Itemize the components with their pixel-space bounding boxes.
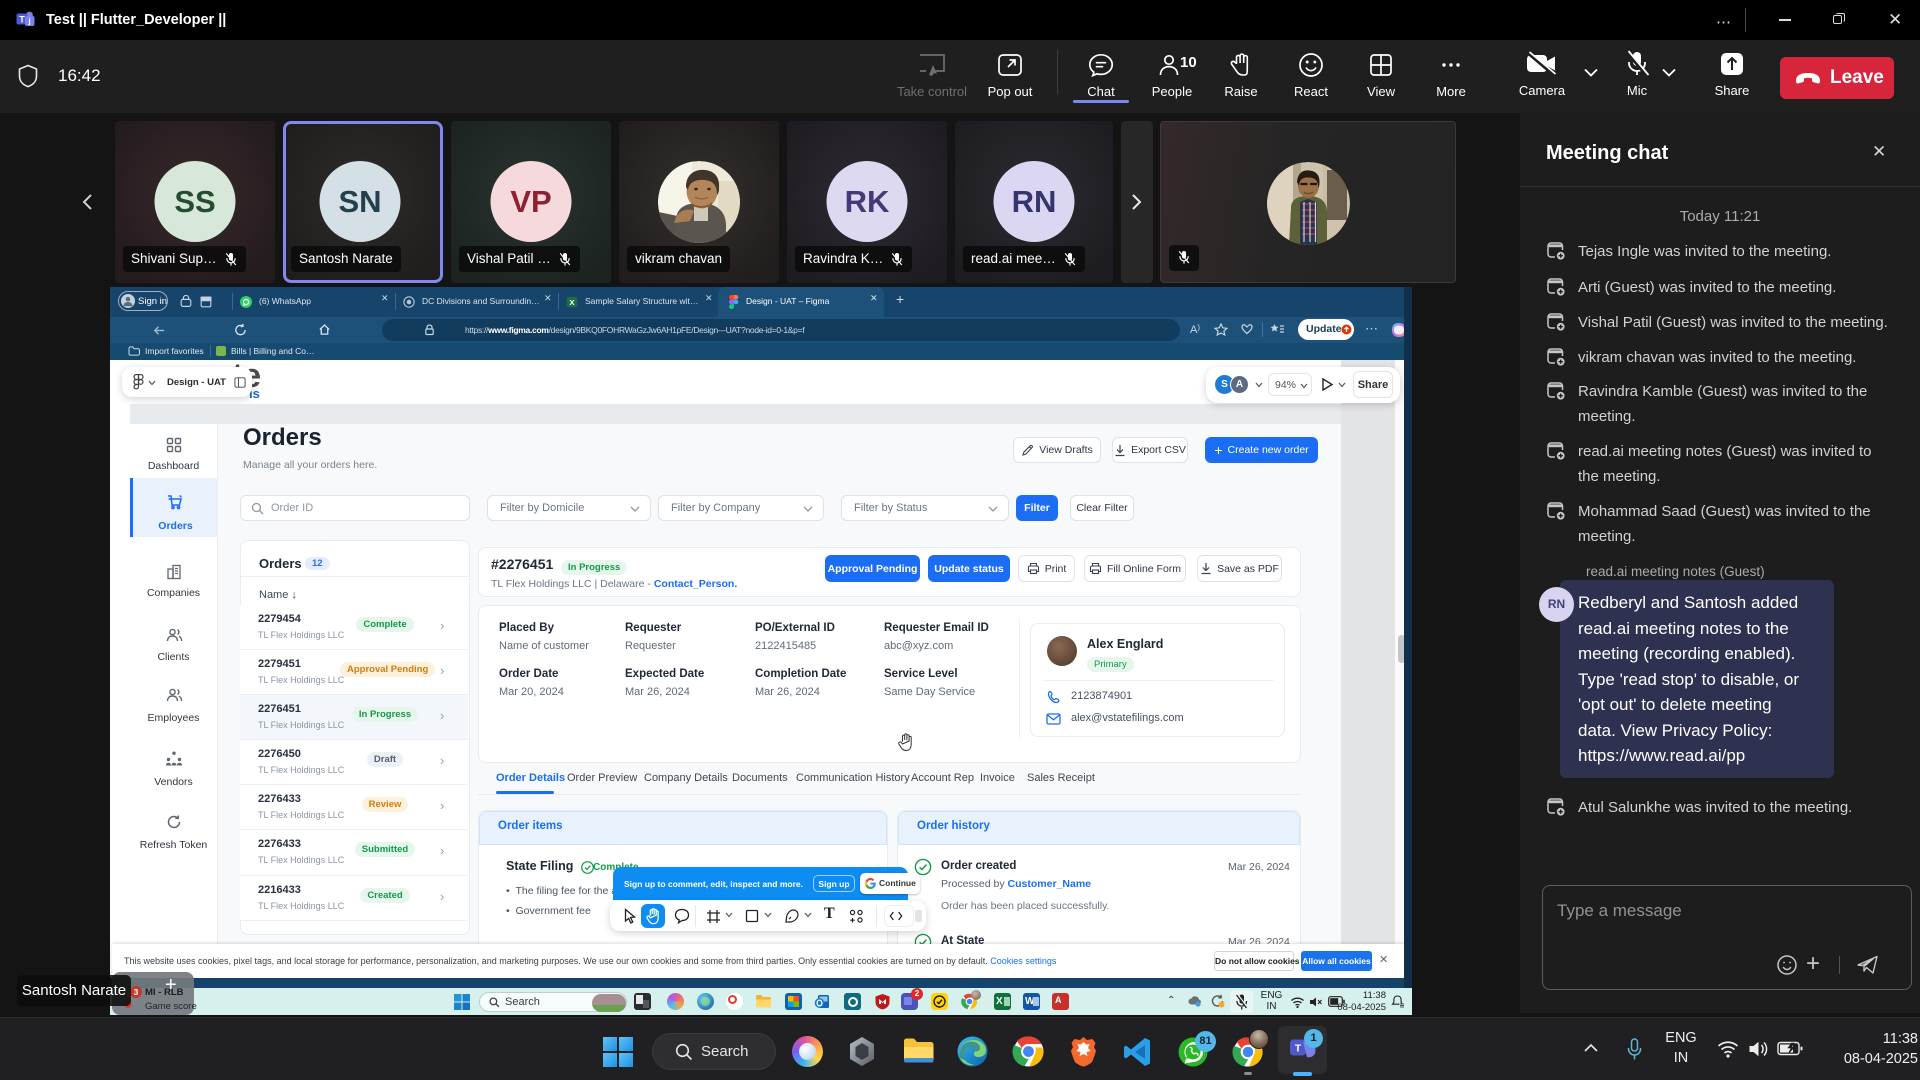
svg-text:T: T: [1295, 1043, 1302, 1055]
svg-text:j: j: [27, 16, 30, 25]
svg-text:T: T: [19, 14, 25, 24]
svg-text:X: X: [569, 298, 575, 307]
